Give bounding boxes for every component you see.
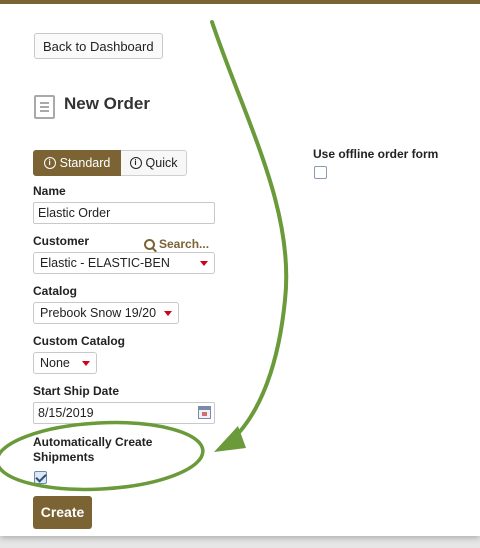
custom-catalog-label: Custom Catalog [33, 334, 126, 348]
info-icon: i [43, 157, 56, 169]
search-icon [144, 238, 155, 250]
info-icon: i [129, 157, 142, 169]
tab-quick[interactable]: i Quick [121, 150, 187, 176]
offline-form-checkbox[interactable] [314, 166, 327, 179]
order-mode-toggle: i Standard i Quick [33, 150, 187, 176]
catalog-label: Catalog [33, 284, 78, 298]
tab-standard[interactable]: i Standard [33, 150, 121, 176]
order-page: Back to Dashboard New Order i Standard i… [0, 0, 480, 536]
document-icon [34, 95, 55, 119]
calendar-icon[interactable] [198, 406, 211, 419]
name-label: Name [33, 184, 66, 198]
customer-label: Customer [33, 234, 90, 248]
customer-search-label: Search... [159, 237, 210, 251]
start-ship-date-input[interactable]: 8/15/2019 [33, 402, 215, 424]
chevron-down-icon [82, 361, 90, 366]
tab-quick-label: Quick [145, 156, 178, 170]
auto-shipments-checkbox[interactable] [34, 471, 47, 484]
custom-catalog-select-value: None [40, 356, 70, 370]
start-ship-date-value: 8/15/2019 [38, 406, 94, 420]
create-button[interactable]: Create [33, 496, 92, 529]
catalog-select-value: Prebook Snow 19/20 [40, 306, 157, 320]
chevron-down-icon [200, 261, 208, 266]
name-input[interactable]: Elastic Order [33, 202, 215, 224]
start-ship-date-label: Start Ship Date [33, 384, 120, 398]
customer-search-link[interactable]: Search... [144, 237, 209, 251]
customer-select[interactable]: Elastic - ELASTIC-BEN [33, 252, 215, 274]
tab-standard-label: Standard [59, 156, 111, 170]
back-to-dashboard-button[interactable]: Back to Dashboard [34, 33, 163, 59]
chevron-down-icon [164, 311, 172, 316]
auto-shipments-label-line1: Automatically Create [33, 435, 153, 449]
auto-shipments-label-line2: Shipments [33, 450, 95, 464]
custom-catalog-select[interactable]: None [33, 352, 97, 374]
offline-form-label: Use offline order form [313, 147, 439, 161]
page-title: New Order [64, 94, 150, 113]
catalog-select[interactable]: Prebook Snow 19/20 [33, 302, 179, 324]
customer-select-value: Elastic - ELASTIC-BEN [40, 256, 170, 270]
